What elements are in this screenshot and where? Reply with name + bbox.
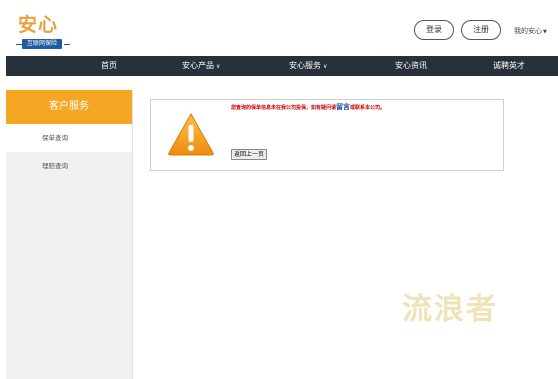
anxin-logo[interactable]: 安心 互联网保险 bbox=[16, 14, 70, 54]
login-button[interactable]: 登录 bbox=[414, 20, 454, 40]
message-panel: 您查询的保单信息未在我公司投保，如有疑问请留言或联系本公司。 返回上一页 bbox=[150, 99, 504, 171]
back-button[interactable]: 返回上一页 bbox=[231, 149, 268, 160]
message-suffix: 或联系本公司。 bbox=[350, 105, 386, 111]
chevron-down-icon: ▼ bbox=[543, 29, 547, 35]
nav-item-label: 安心服务 bbox=[289, 61, 321, 70]
main-nav: 首页 安心产品 ∨ 安心服务 ∨ 安心资讯 诚聘英才 bbox=[6, 56, 558, 76]
logo-text: 安心 bbox=[18, 14, 59, 36]
sidebar-title: 客户服务 bbox=[6, 90, 132, 124]
nav-item-products[interactable]: 安心产品 ∨ bbox=[182, 56, 220, 76]
logo-dash-right bbox=[64, 44, 70, 45]
warning-icon bbox=[168, 112, 214, 156]
nav-item-services[interactable]: 安心服务 ∨ bbox=[289, 56, 327, 76]
site-header: 安心 互联网保险 登录 注册 我的安心▼ bbox=[0, 0, 558, 56]
sidebar-item-label: 保单查询 bbox=[42, 134, 68, 142]
sidebar-item-policy-query[interactable]: 保单查询 bbox=[6, 124, 132, 152]
sidebar: 客户服务 保单查询 理赔查询 bbox=[6, 90, 133, 379]
nav-item-news[interactable]: 安心资讯 bbox=[395, 56, 427, 76]
nav-item-careers[interactable]: 诚聘英才 bbox=[493, 56, 525, 76]
nav-item-home[interactable]: 首页 bbox=[101, 56, 117, 76]
chevron-down-icon: ∨ bbox=[323, 63, 328, 70]
nav-item-label: 诚聘英才 bbox=[493, 61, 525, 70]
my-account-label: 我的安心 bbox=[514, 27, 542, 35]
leave-message-link[interactable]: 留言 bbox=[336, 103, 350, 111]
logo-subtitle: 互联网保险 bbox=[22, 39, 62, 49]
sidebar-item-label: 理赔查询 bbox=[42, 162, 68, 170]
watermark: 流浪者 bbox=[402, 292, 498, 327]
nav-item-label: 首页 bbox=[101, 61, 117, 70]
register-button[interactable]: 注册 bbox=[461, 20, 501, 40]
my-account-menu[interactable]: 我的安心▼ bbox=[514, 26, 547, 36]
message-prefix: 您查询的保单信息未在我公司投保，如有疑问请 bbox=[231, 105, 337, 111]
chevron-down-icon: ∨ bbox=[216, 63, 221, 70]
nav-item-label: 安心产品 bbox=[182, 61, 214, 70]
sidebar-item-claim-query[interactable]: 理赔查询 bbox=[6, 152, 132, 180]
error-message: 您查询的保单信息未在我公司投保，如有疑问请留言或联系本公司。 bbox=[231, 102, 385, 112]
nav-item-label: 安心资讯 bbox=[395, 61, 427, 70]
